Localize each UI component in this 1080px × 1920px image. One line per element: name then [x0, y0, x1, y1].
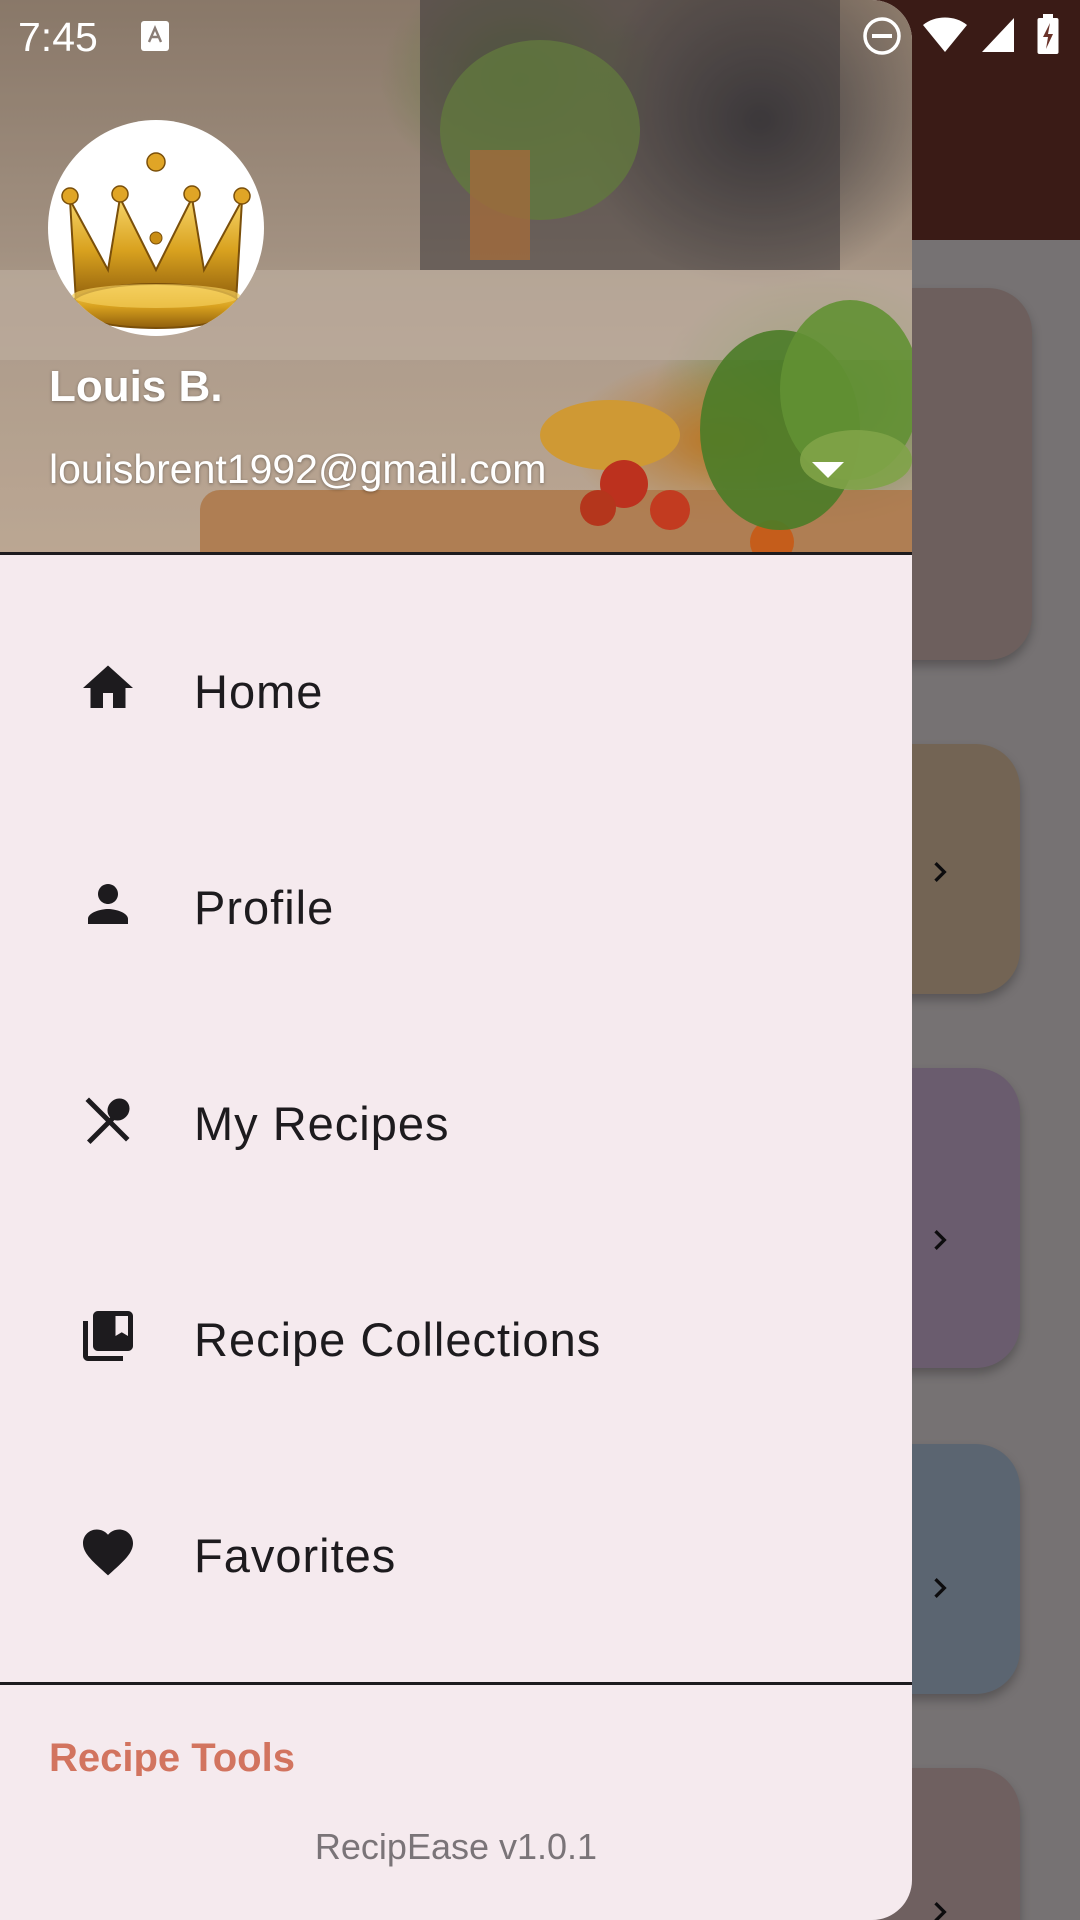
cellular-signal-icon: [982, 18, 1014, 52]
drawer-header: Louis B. louisbrent1992@gmail.com: [0, 0, 912, 552]
drawer-item-label: Recipe Collections: [194, 1313, 602, 1366]
heart-icon: [83, 1529, 133, 1576]
crown-icon: [61, 152, 251, 329]
status-time: 7:45: [18, 14, 98, 60]
keyboard-notification-icon: [141, 21, 169, 51]
wifi-icon: [923, 17, 967, 52]
home-icon: [83, 665, 133, 708]
drawer-item-label: My Recipes: [194, 1097, 450, 1150]
battery-charging-icon: [1037, 14, 1059, 54]
dropdown-arrow-icon[interactable]: [808, 454, 848, 484]
drawer-item-my-recipes[interactable]: My Recipes: [0, 1010, 912, 1226]
section-title-recipe-tools[interactable]: Recipe Tools: [49, 1736, 295, 1776]
drawer-item-home[interactable]: Home: [0, 578, 912, 794]
navigation-drawer: Louis B. louisbrent1992@gmail.com Home P…: [0, 0, 912, 1920]
fork-spoon-icon: [85, 1097, 130, 1144]
drawer-item-label: Home: [194, 665, 324, 718]
drawer-item-profile[interactable]: Profile: [0, 794, 912, 1010]
user-avatar[interactable]: [48, 120, 264, 336]
footer-divider: [0, 1682, 912, 1685]
person-icon: [88, 884, 128, 924]
header-divider: [0, 552, 912, 555]
user-name: Louis B.: [49, 362, 223, 411]
collections-icon: [83, 1311, 133, 1361]
drawer-item-label: Favorites: [194, 1529, 397, 1582]
user-email: louisbrent1992@gmail.com: [49, 446, 547, 492]
drawer-item-favorites[interactable]: Favorites: [0, 1442, 912, 1658]
app-version: RecipEase v1.0.1: [314, 1826, 598, 1867]
do-not-disturb-icon: [863, 17, 901, 55]
drawer-item-label: Profile: [194, 881, 335, 934]
drawer-item-recipe-collections[interactable]: Recipe Collections: [0, 1226, 912, 1442]
